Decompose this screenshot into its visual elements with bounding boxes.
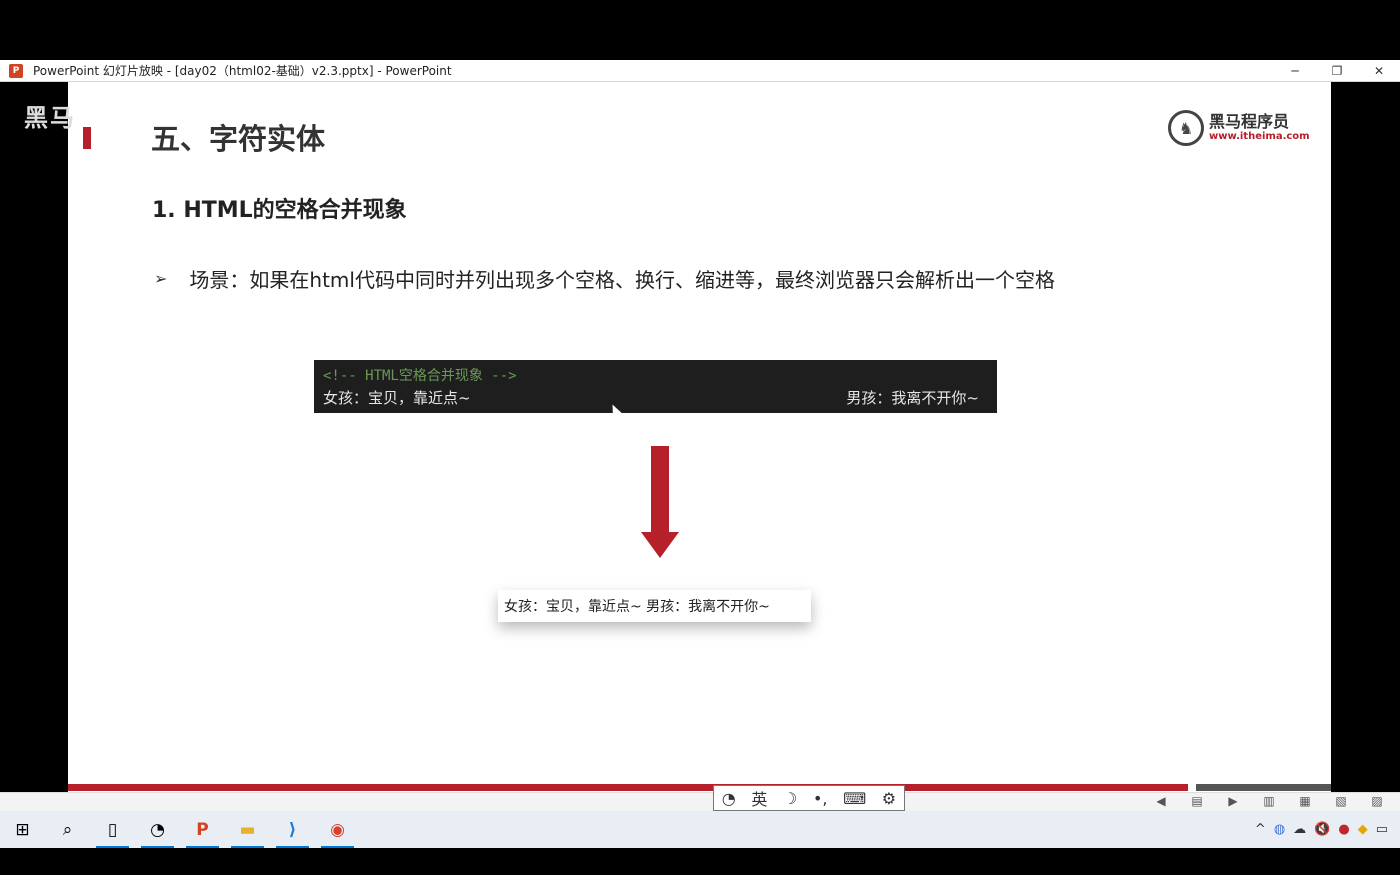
- start-icon[interactable]: ⊞: [0, 811, 45, 848]
- file-icon[interactable]: ▯: [90, 811, 135, 848]
- window-controls: ─ ❐ ✕: [1274, 60, 1400, 81]
- watermark-text: 黑马: [24, 104, 76, 132]
- slide-footer-bar: [68, 784, 1188, 791]
- brand-logo: ♞ 黑马程序员 www.itheima.com: [1168, 110, 1310, 146]
- next-slide-icon[interactable]: ▶: [1222, 794, 1244, 808]
- clock-app-icon[interactable]: ◔: [135, 811, 180, 848]
- ime-halfwidth-icon[interactable]: ☽: [783, 789, 797, 808]
- chrome-icon[interactable]: ◉: [315, 811, 360, 848]
- minimize-button[interactable]: ─: [1274, 60, 1316, 81]
- slide-footer-bar-end: [1196, 784, 1331, 791]
- title-accent-bar: [83, 127, 91, 149]
- ime-logo-icon[interactable]: ◔: [722, 789, 736, 808]
- powerpoint-icon: P: [9, 63, 23, 78]
- powerpoint-taskbar-icon[interactable]: P: [180, 811, 225, 848]
- onedrive-icon[interactable]: ☁: [1293, 822, 1306, 837]
- window-titlebar: P PowerPoint 幻灯片放映 - [day02（html02-基础）v2…: [0, 60, 1400, 82]
- close-button[interactable]: ✕: [1358, 60, 1400, 81]
- bottom-margin: [0, 848, 1400, 875]
- slide-title: 五、字符实体: [151, 122, 326, 156]
- tray-security-icon[interactable]: ●: [1338, 822, 1349, 837]
- code-left-text: 女孩：宝贝，靠近点~: [323, 389, 471, 407]
- ime-keyboard-icon[interactable]: ⌨: [843, 789, 866, 808]
- reading-view-icon[interactable]: ▧: [1330, 794, 1352, 808]
- ime-punctuation-icon[interactable]: •,: [813, 789, 828, 808]
- section-subtitle: 1. HTML的空格合并现象: [152, 198, 407, 223]
- bullet-arrow-icon: ➢: [154, 269, 168, 288]
- search-icon[interactable]: ⌕: [45, 811, 90, 848]
- normal-view-icon[interactable]: ▥: [1258, 794, 1280, 808]
- bullet-item: ➢ 场景：如果在html代码中同时并列出现多个空格、换行、缩进等，最终浏览器只会…: [154, 264, 1055, 293]
- horse-logo-icon: ♞: [1168, 110, 1204, 146]
- logo-url: www.itheima.com: [1209, 131, 1310, 142]
- slideshow-view-icon[interactable]: ▨: [1366, 794, 1388, 808]
- notification-icon[interactable]: ▭: [1376, 822, 1388, 837]
- sorter-view-icon[interactable]: ▦: [1294, 794, 1316, 808]
- down-arrow-icon: [641, 446, 679, 558]
- tray-chevron-icon[interactable]: ^: [1255, 822, 1266, 837]
- volume-icon[interactable]: 🔇: [1314, 822, 1330, 837]
- ime-language-toggle[interactable]: 英: [751, 786, 767, 810]
- code-example: <!-- HTML空格合并现象 --> 女孩：宝贝，靠近点~ 男孩：我离不开你~: [314, 360, 997, 413]
- tray-app-icon[interactable]: ◍: [1274, 822, 1285, 837]
- code-right-text: 男孩：我离不开你~: [846, 389, 979, 407]
- logo-name: 黑马程序员: [1209, 112, 1290, 131]
- restore-button[interactable]: ❐: [1316, 60, 1358, 81]
- windows-taskbar: ⊞ ⌕ ▯ ◔ P ▬ ⟩ ◉: [0, 811, 1400, 848]
- ime-settings-icon[interactable]: ⚙: [882, 789, 896, 808]
- render-result: 女孩：宝贝，靠近点~ 男孩：我离不开你~: [498, 590, 811, 622]
- folder-icon[interactable]: ▬: [225, 811, 270, 848]
- slideshow-controls: ◀ ▤ ▶ ▥ ▦ ▧ ▨: [1150, 794, 1388, 808]
- tray-weather-icon[interactable]: ◆: [1358, 822, 1368, 837]
- ime-toolbar[interactable]: ◔ 英 ☽ •, ⌨ ⚙: [713, 785, 905, 811]
- bullet-text: 场景：如果在html代码中同时并列出现多个空格、换行、缩进等，最终浏览器只会解析…: [189, 268, 1055, 292]
- system-tray: ^ ◍ ☁ 🔇 ● ◆ ▭: [1255, 811, 1388, 848]
- slide-menu-icon[interactable]: ▤: [1186, 794, 1208, 808]
- window-title: PowerPoint 幻灯片放映 - [day02（html02-基础）v2.3…: [33, 64, 452, 78]
- right-margin: [1331, 82, 1400, 792]
- code-comment: <!-- HTML空格合并现象 -->: [323, 368, 517, 384]
- previous-slide-icon[interactable]: ◀: [1150, 794, 1172, 808]
- left-margin: [0, 82, 68, 792]
- slide[interactable]: 五、字符实体 ♞ 黑马程序员 www.itheima.com 1. HTML的空…: [68, 82, 1331, 792]
- vscode-icon[interactable]: ⟩: [270, 811, 315, 848]
